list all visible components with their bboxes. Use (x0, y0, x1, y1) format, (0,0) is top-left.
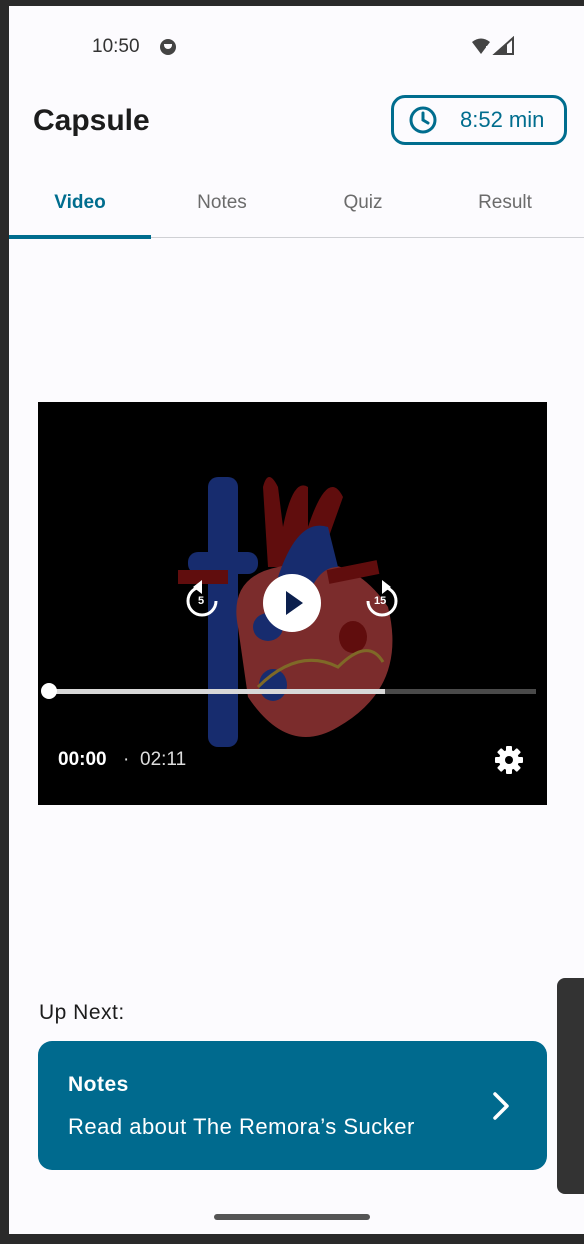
status-time: 10:50 (92, 36, 140, 57)
rewind-seconds: 5 (198, 595, 205, 607)
seek-thumb[interactable] (41, 683, 57, 699)
tab-video[interactable]: Video (9, 184, 151, 237)
timer-chip[interactable]: 8:52 min (391, 95, 567, 145)
tab-quiz[interactable]: Quiz (292, 184, 434, 237)
seek-bar[interactable] (49, 689, 536, 694)
settings-gear-icon[interactable] (493, 744, 525, 776)
up-next-card[interactable]: Notes Read about The Remora’s Sucker (38, 1041, 547, 1170)
play-button[interactable] (263, 574, 321, 632)
page-title: Capsule (33, 104, 150, 137)
up-next-title: Notes (68, 1073, 129, 1096)
duration: 02:11 (140, 749, 187, 770)
up-next-subtitle: Read about The Remora’s Sucker (68, 1114, 415, 1139)
chevron-right-icon (493, 1092, 509, 1120)
seek-buffered (49, 689, 386, 694)
timer-label: 8:52 min (460, 107, 545, 132)
status-app-icon (160, 39, 176, 55)
app-screen: 10:50 Capsule 8:52 min Video Notes Quiz … (9, 6, 584, 1234)
up-next-label: Up Next: (39, 1001, 125, 1024)
forward-seconds: 15 (374, 595, 387, 607)
time-separator: · (123, 749, 130, 770)
clock-icon (409, 106, 437, 134)
tab-bar: Video Notes Quiz Result (9, 184, 584, 239)
tab-indicator (9, 235, 151, 239)
tab-notes[interactable]: Notes (151, 184, 293, 237)
side-panel-strip (557, 978, 584, 1194)
status-icons (472, 36, 514, 55)
video-player[interactable]: 5 15 00:00 · 02:11 (38, 402, 547, 805)
home-indicator[interactable] (214, 1214, 370, 1220)
current-time: 00:00 (58, 749, 107, 770)
tab-result[interactable]: Result (434, 184, 576, 237)
